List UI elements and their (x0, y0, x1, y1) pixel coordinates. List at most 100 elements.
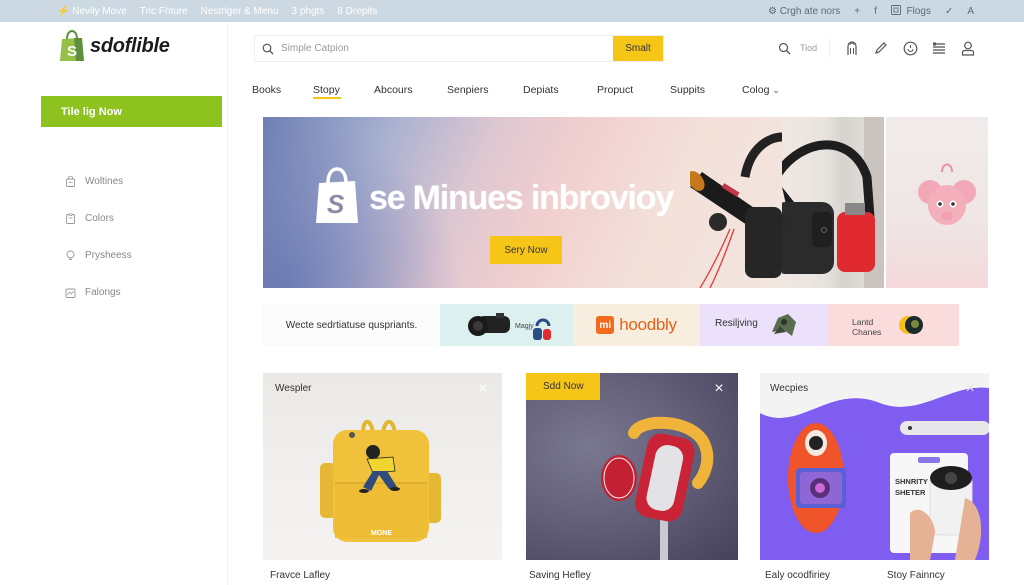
card-title: Wecpies (770, 383, 809, 394)
nav-item-colog[interactable]: Colog ⌄ (742, 84, 780, 96)
nav-item-suppits[interactable]: Suppits (670, 84, 742, 96)
list-icon[interactable] (929, 38, 949, 58)
sidebar-item-falongs[interactable]: Falongs (64, 274, 132, 311)
hero-shop-now-button[interactable]: Sery Now (490, 236, 562, 264)
search-button[interactable]: Smalt (613, 36, 663, 61)
nav-item-senpiers[interactable]: Senpiers (447, 84, 523, 96)
glove-icon[interactable] (842, 38, 862, 58)
chevron-down-icon: ⌄ (772, 85, 780, 95)
gear-icon: ⚙ (767, 5, 777, 17)
pink-mouse-toy-icon (918, 163, 976, 225)
sidebar-cta-button[interactable]: Tile lig Now (41, 96, 222, 127)
top-bar: ⚡ Nevily Move Tric Fhture Nestriger & Me… (0, 0, 1024, 22)
speaker-ball-icon (899, 316, 923, 334)
headphone-speaker-icon (782, 117, 884, 288)
top-bar-item-5[interactable]: 8 Drepits (337, 6, 377, 17)
hero-logo-letter: S (327, 189, 345, 219)
clipboard-icon (64, 213, 76, 225)
sidebar-item-prysheess[interactable]: Prysheess (64, 237, 132, 274)
close-icon[interactable]: × (963, 381, 977, 397)
brand-name: sdoflible (90, 34, 170, 57)
promo-text: Magjy (515, 323, 534, 330)
brand-logo[interactable]: S sdoflible (60, 30, 170, 62)
product-caption-4[interactable]: Stoy Fainncy (887, 570, 945, 581)
sidebar: Tile lig Now Woltines Colors Prysheess F… (0, 22, 228, 585)
sale-badge[interactable]: Sdd Now (526, 373, 600, 400)
pencil-icon[interactable] (871, 38, 891, 58)
hero-banner: S se Minues inbrovioy Sery Now (263, 117, 782, 288)
promo-strip: Wecte sedrtiatuse quspriants. Magjy mi h… (263, 304, 959, 346)
top-bar-flags-label: Flogs (906, 6, 931, 17)
product-label-line-2: SHETER (895, 488, 926, 497)
plus-icon[interactable]: + (854, 6, 860, 17)
close-icon[interactable]: × (476, 381, 490, 397)
hero-headphone-image[interactable] (782, 117, 884, 288)
top-bar-settings[interactable]: ⚙ Crgh ate nors (768, 6, 840, 17)
search-icon[interactable] (774, 38, 794, 58)
search-icon (255, 43, 281, 55)
promo-tile-5[interactable]: Lantd Chanes (828, 304, 959, 346)
font-icon[interactable]: A (967, 6, 974, 17)
sidebar-items: Woltines Colors Prysheess Falongs (64, 163, 132, 311)
card-title: Wespler (275, 383, 312, 394)
nav-item-books[interactable]: Books (252, 84, 313, 96)
nav-item-label: Colog (742, 84, 770, 96)
promo-tile-4[interactable]: Resiljving (700, 304, 828, 346)
search-input[interactable] (281, 36, 613, 61)
brand-mark-icon: mi (596, 316, 615, 334)
top-bar-item-3[interactable]: Nestriger & Menu (201, 6, 279, 17)
check-icon[interactable]: ✓ (945, 6, 953, 17)
camera-robot-product-image: SHNRITY SHETER (760, 373, 989, 560)
sidebar-item-label: Prysheess (85, 250, 132, 261)
sidebar-item-woltines[interactable]: Woltines (64, 163, 132, 200)
nav-item-depiats[interactable]: Depiats (523, 84, 597, 96)
promo-tile-3[interactable]: mi hoodbly (573, 304, 700, 346)
promo-tile-2[interactable]: Magjy (440, 304, 573, 346)
main-nav: Books Stopy Abcours Senpiers Depiats Pro… (252, 84, 780, 99)
header-search-label: Tiod (800, 43, 818, 53)
sidebar-item-label: Woltines (85, 176, 124, 187)
promo-tile-1[interactable]: Wecte sedrtiatuse quspriants. (263, 304, 440, 346)
top-bar-settings-label: Crgh ate nors (779, 5, 841, 17)
facebook-icon[interactable]: f (874, 6, 877, 17)
nav-item-propuct[interactable]: Propuct (597, 84, 670, 96)
nav-item-stopy[interactable]: Stopy (313, 84, 341, 99)
bag-icon (64, 176, 76, 188)
game-controller-icon (772, 314, 796, 336)
shopping-bag-logo-icon: S (60, 30, 84, 61)
header-icons: Tiod (774, 38, 978, 58)
product-card-3[interactable]: SHNRITY SHETER Wecpies × (760, 373, 989, 560)
top-bar-item-label: Nevily Move (72, 5, 127, 17)
product-card-2[interactable]: Sdd Now × (526, 373, 738, 560)
user-icon[interactable] (958, 38, 978, 58)
top-bar-item-1[interactable]: ⚡ Nevily Move (57, 6, 127, 17)
sidebar-item-label: Falongs (85, 287, 121, 298)
sidebar-item-colors[interactable]: Colors (64, 200, 132, 237)
gamepad-camera-icon (468, 313, 551, 340)
bulb-icon (64, 250, 76, 262)
nav-item-abcours[interactable]: Abcours (374, 84, 447, 96)
product-caption-1[interactable]: Fravce Lafley (270, 570, 330, 581)
logo-letter: S (67, 43, 77, 60)
top-bar-item-2[interactable]: Tric Fhture (140, 6, 188, 17)
product-label-line-1: SHNRITY (895, 477, 928, 486)
backpack-product-image: MONE (320, 419, 441, 542)
hero-toy-image[interactable] (886, 117, 988, 288)
promo-brand: hoodbly (619, 315, 677, 334)
product-caption-2[interactable]: Saving Hefley (529, 570, 591, 581)
promo-text: Wecte sedrtiatuse quspriants. (285, 319, 418, 331)
hero-title: se Minues inbrovioy (369, 179, 674, 217)
product-caption-3[interactable]: Ealy ocodfiriey (765, 570, 830, 581)
product-card-1[interactable]: Wespler × MONE (263, 373, 502, 560)
clock-icon[interactable] (900, 38, 920, 58)
headphones-product-image (601, 416, 714, 560)
top-bar-left: ⚡ Nevily Move Tric Fhture Nestriger & Me… (57, 0, 377, 22)
search-bar: Smalt (254, 35, 664, 62)
top-bar-flags[interactable]: Flogs (890, 5, 931, 17)
hero-bag-logo-icon: S (316, 167, 358, 223)
top-bar-right: ⚙ Crgh ate nors + f Flogs ✓ A (768, 0, 974, 22)
close-icon[interactable]: × (712, 381, 726, 397)
top-bar-item-4[interactable]: 3 phgts (291, 6, 324, 17)
sidebar-item-label: Colors (85, 213, 114, 224)
speaker-product-image (690, 132, 782, 288)
